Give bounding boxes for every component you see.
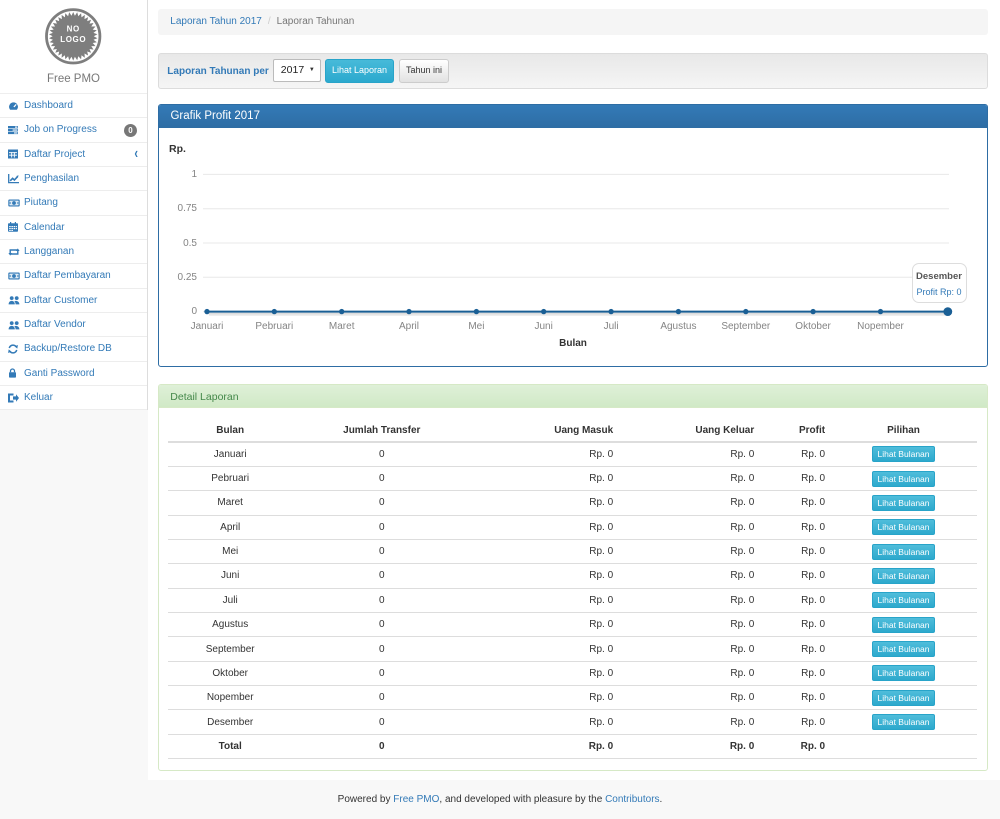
svg-text:LOGO: LOGO (60, 35, 86, 44)
svg-text:NO: NO (67, 24, 80, 33)
